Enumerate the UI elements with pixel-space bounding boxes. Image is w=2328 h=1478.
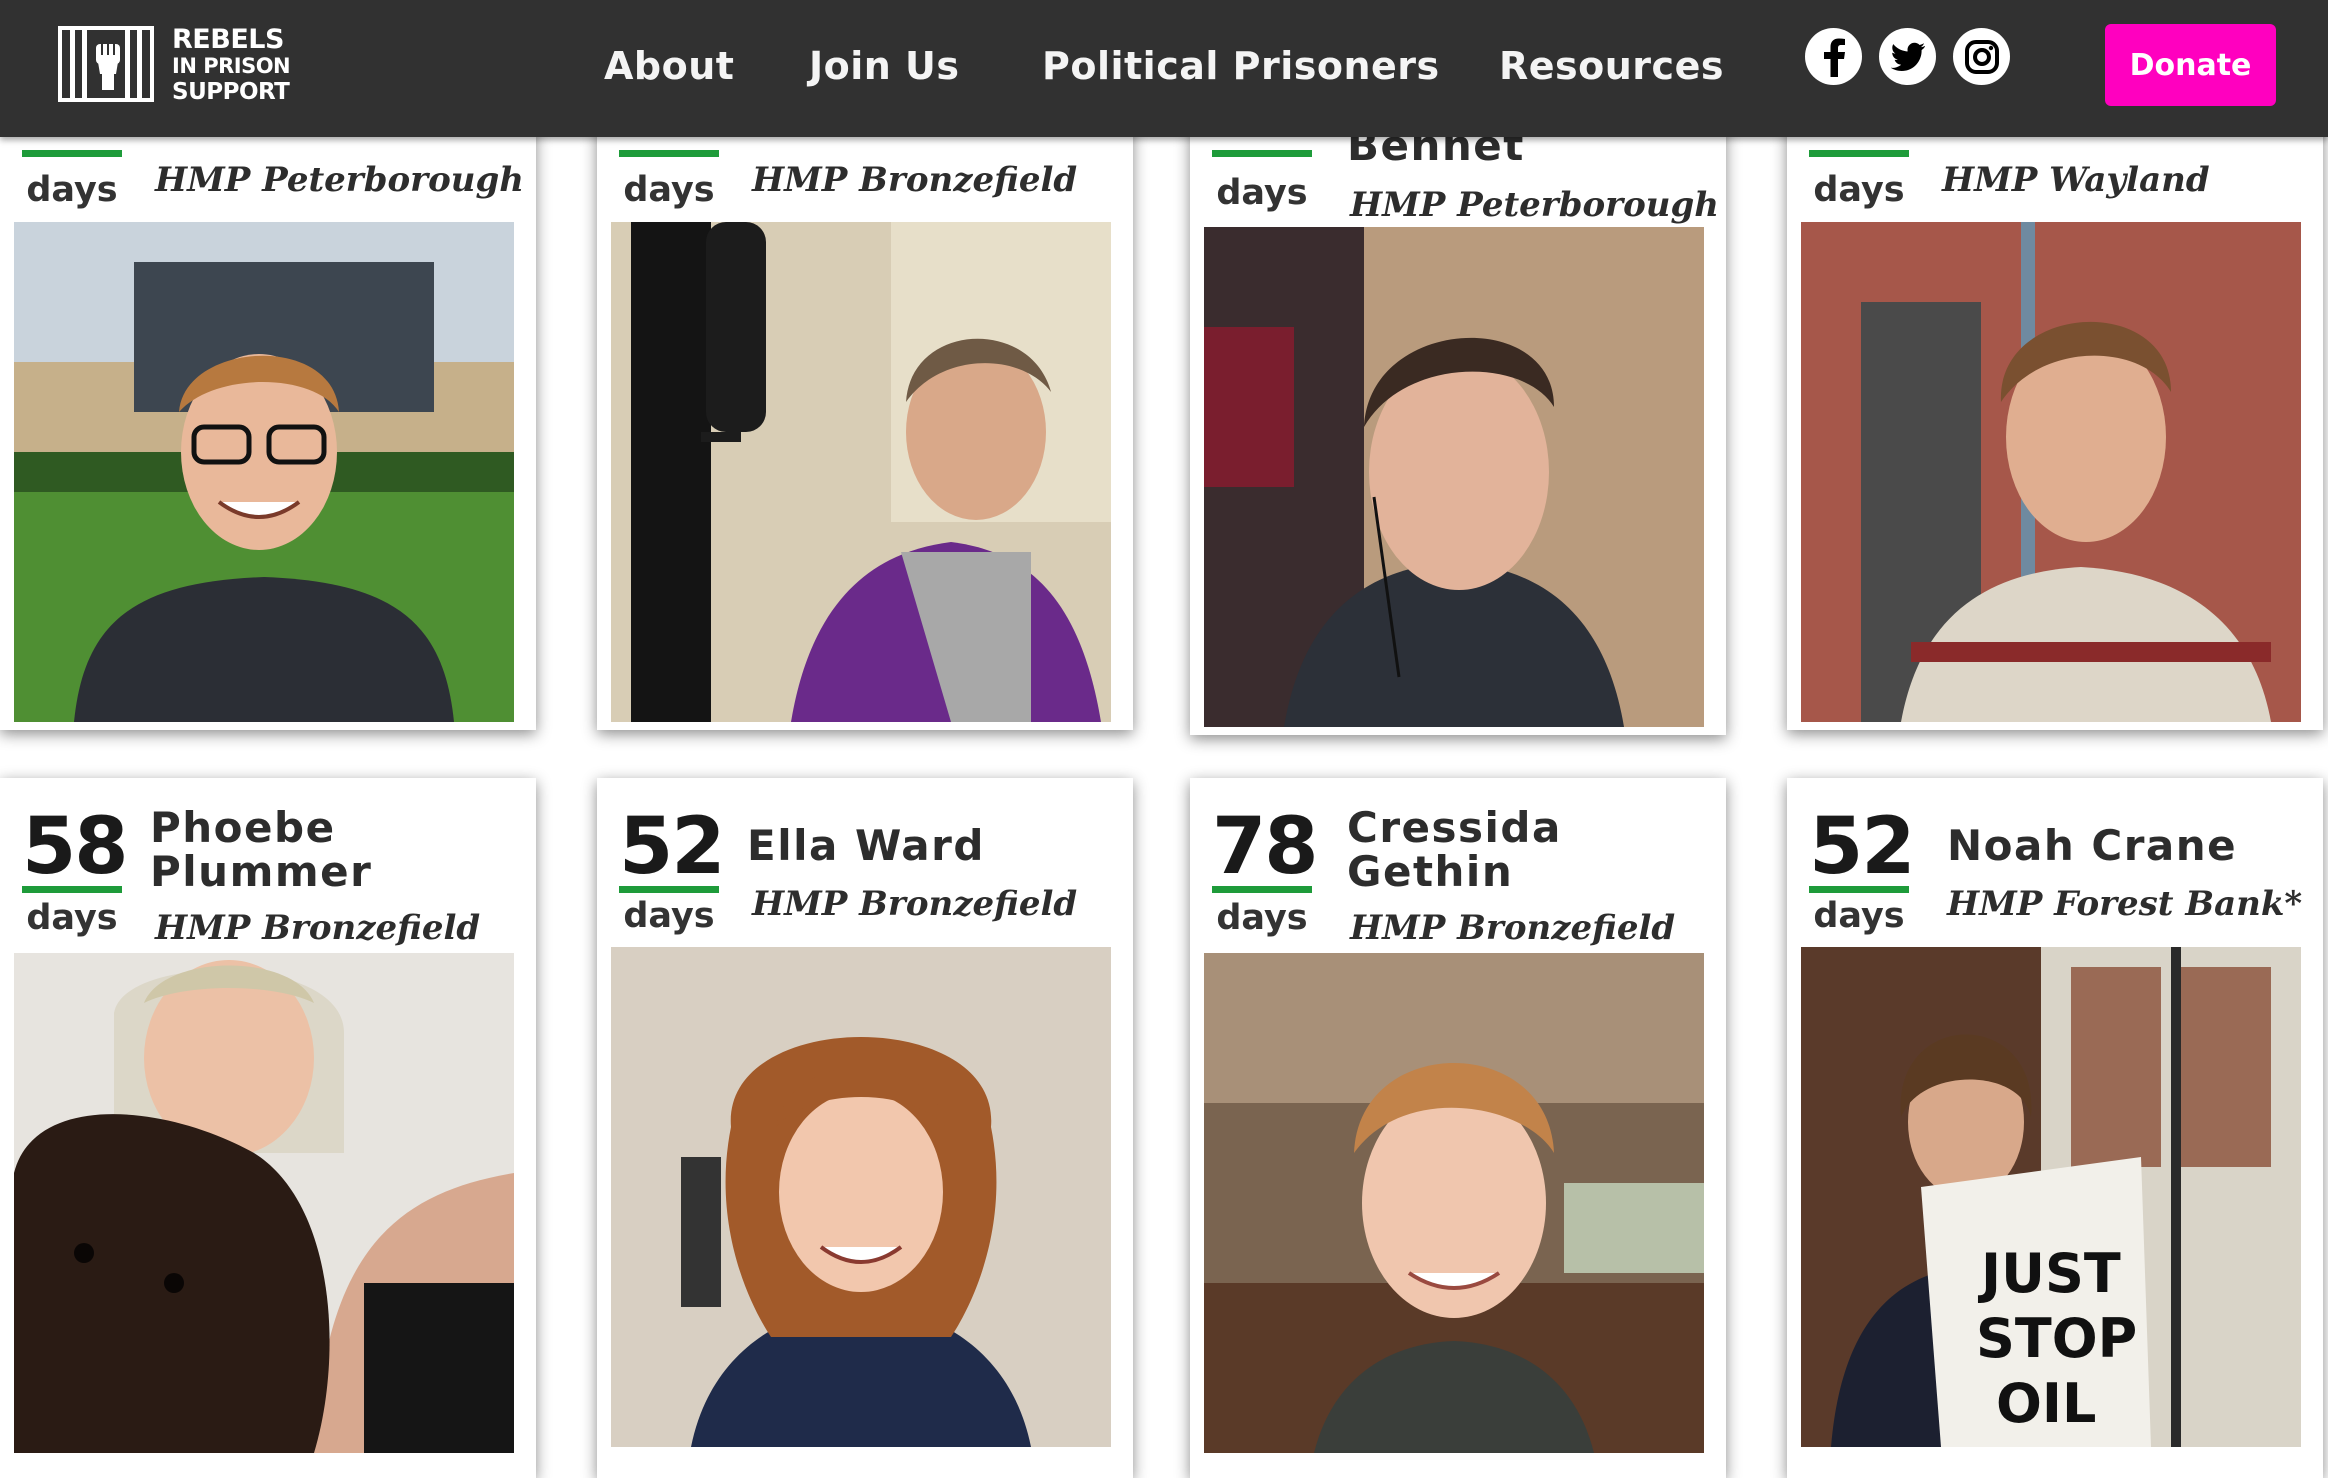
logo-line-3: SUPPORT: [172, 79, 290, 105]
prisoner-name-line1: Ella Ward: [747, 821, 985, 870]
banner-slogan: JUST: [1977, 1242, 2121, 1305]
logo-emblem: [58, 26, 154, 102]
days-label: days: [1813, 896, 1905, 936]
prisoner-photo: [1204, 227, 1704, 727]
days-label: days: [26, 898, 118, 938]
days-count-underline: [619, 150, 719, 157]
days-count-underline: [1212, 150, 1312, 157]
prisoner-photo: [1801, 222, 2301, 722]
nav-political-prisoners-link[interactable]: Political Prisoners: [1042, 38, 1440, 94]
prisoner-name-line1: Cressida: [1347, 803, 1562, 852]
days-label: days: [1813, 170, 1905, 210]
prisoner-name-line2: Plummer: [150, 847, 373, 896]
days-label: days: [26, 170, 118, 210]
site-logo[interactable]: REBELS IN PRISON SUPPORT: [58, 26, 358, 108]
prisoner-photo: [14, 953, 514, 1453]
facebook-icon[interactable]: [1805, 28, 1862, 85]
twitter-icon[interactable]: [1879, 28, 1936, 85]
logo-wordmark: REBELS IN PRISON SUPPORT: [172, 24, 291, 105]
nav-resources-link[interactable]: Resources: [1499, 38, 1724, 94]
prison-name: HMP Wayland: [1942, 160, 2210, 200]
site-header: REBELS IN PRISON SUPPORT About Join Us P…: [0, 0, 2328, 137]
days-count: 58: [22, 802, 129, 893]
prisoner-photo: [611, 947, 1111, 1447]
prisoner-name-line1: Noah Crane: [1947, 821, 2238, 870]
nav-about-link[interactable]: About: [604, 38, 734, 94]
prison-name: HMP Peterborough: [155, 160, 524, 200]
prisoner-card[interactable]: 52 days Ella Ward HMP Bronzefield: [597, 778, 1133, 1478]
prisoner-name-line1: Phoebe: [150, 803, 336, 852]
raised-fist-icon: [96, 44, 120, 90]
logo-line-2: IN PRISON: [172, 54, 291, 78]
prisoner-card[interactable]: 58 days Phoebe Plummer HMP Bronzefield: [0, 778, 536, 1478]
days-count: 78: [1212, 802, 1319, 893]
logo-line-1: REBELS: [172, 24, 284, 55]
prisoner-card[interactable]: days HMP Wayland: [1787, 110, 2323, 730]
prison-name: HMP Bronzefield: [752, 884, 1078, 924]
days-count: 52: [619, 802, 726, 893]
days-label: days: [1216, 898, 1308, 938]
prisoner-photo: [611, 222, 1111, 722]
nav-join-us-link[interactable]: Join Us: [809, 38, 960, 94]
prisoner-card[interactable]: days HMP Bronzefield: [597, 110, 1133, 730]
instagram-icon[interactable]: [1953, 28, 2010, 85]
days-label: days: [1216, 173, 1308, 213]
prisoner-card[interactable]: days HMP Peterborough: [0, 110, 536, 730]
prison-name: HMP Forest Bank*: [1947, 884, 2303, 924]
prison-name: HMP Bronzefield: [155, 908, 481, 948]
prisoner-card[interactable]: Bennet days HMP Peterborough: [1190, 110, 1726, 735]
prisoner-photo: JUST STOP OIL: [1801, 947, 2301, 1447]
banner-slogan: STOP: [1976, 1307, 2137, 1370]
prison-name: HMP Peterborough: [1350, 185, 1719, 225]
prisoner-card[interactable]: 52 days Noah Crane HMP Forest Bank* JUST…: [1787, 778, 2323, 1478]
prisoner-photo: [1204, 953, 1704, 1453]
prisoner-photo: [14, 222, 514, 722]
days-label: days: [623, 170, 715, 210]
banner-slogan: OIL: [1996, 1372, 2096, 1435]
days-count-underline: [1809, 150, 1909, 157]
prison-name: HMP Bronzefield: [1350, 908, 1676, 948]
prison-name: HMP Bronzefield: [752, 160, 1078, 200]
days-label: days: [623, 896, 715, 936]
donate-button[interactable]: Donate: [2105, 24, 2276, 106]
days-count-underline: [22, 150, 122, 157]
prisoner-card[interactable]: 78 days Cressida Gethin HMP Bronzefield: [1190, 778, 1726, 1478]
days-count: 52: [1809, 802, 1916, 893]
prisoner-name-line2: Gethin: [1347, 847, 1514, 896]
